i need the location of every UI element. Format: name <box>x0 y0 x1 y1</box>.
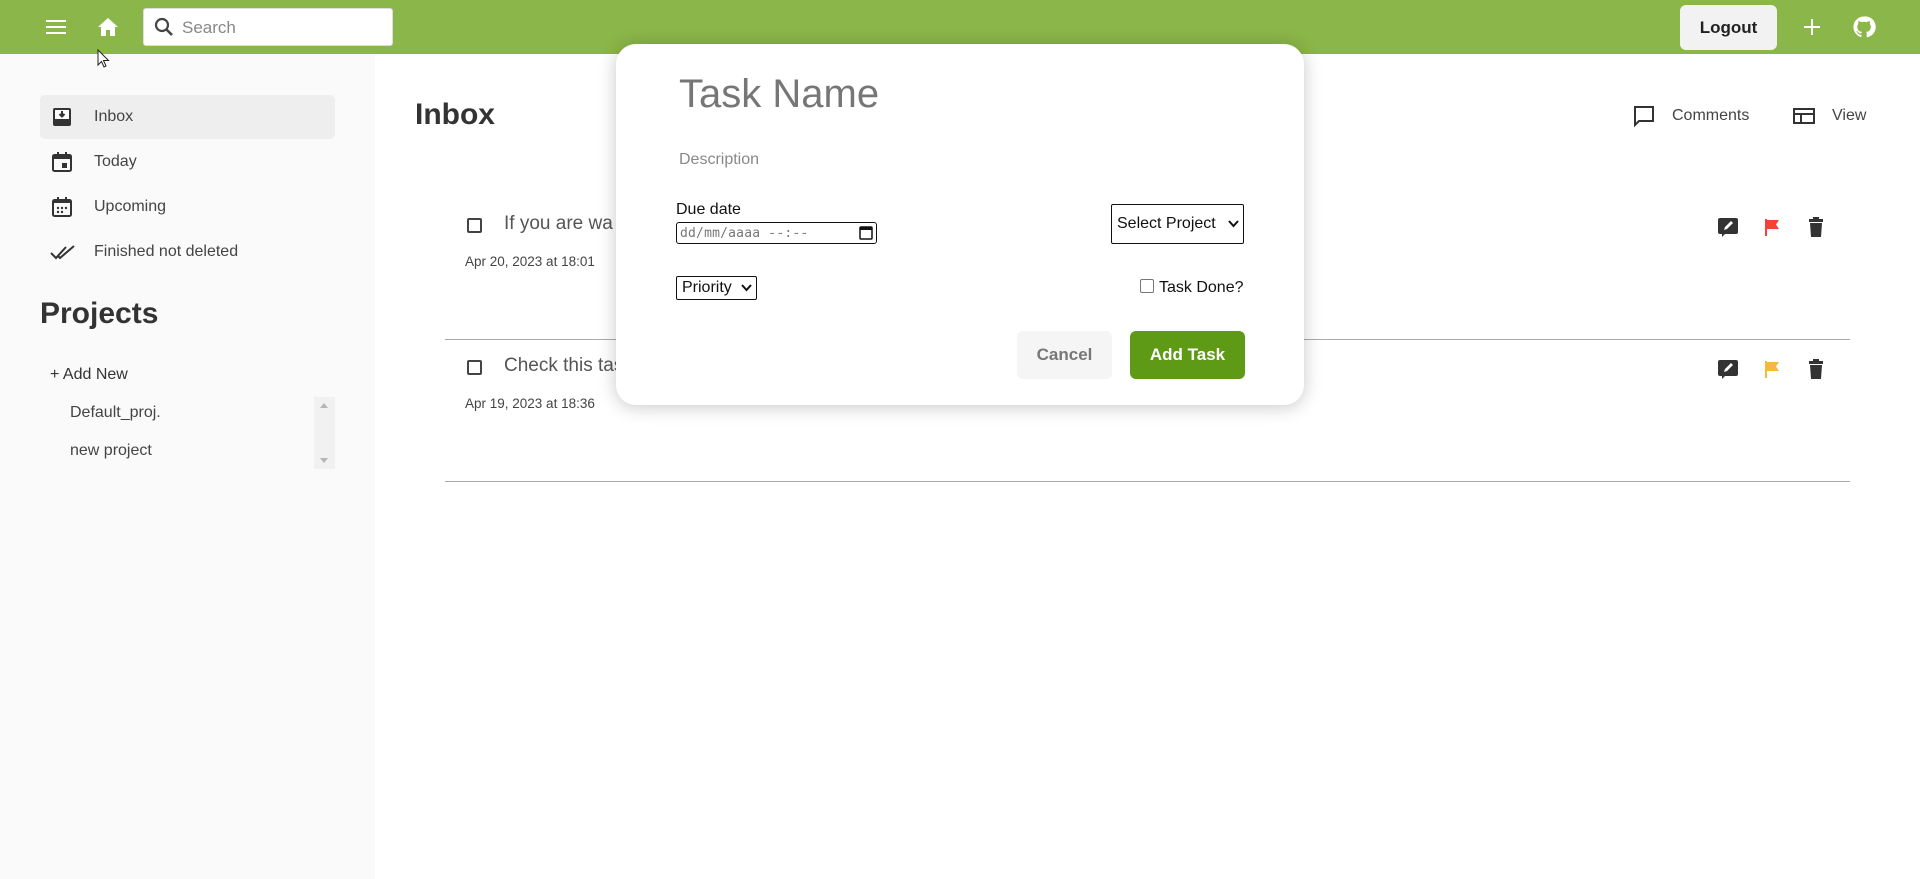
flag-icon[interactable] <box>1759 356 1785 382</box>
task-done-checkbox[interactable] <box>1140 279 1154 293</box>
sidebar-item-upcoming[interactable]: Upcoming <box>40 185 335 229</box>
search-icon <box>154 17 173 36</box>
scroll-down-arrow-icon[interactable] <box>320 458 328 463</box>
calendar-picker-icon[interactable] <box>859 225 873 245</box>
plus-icon[interactable] <box>1798 13 1826 41</box>
calendar-upcoming-icon <box>50 195 74 219</box>
project-list: Default_proj. new project <box>40 397 335 469</box>
sidebar-item-label: Upcoming <box>94 198 167 215</box>
add-project-link[interactable]: + Add New <box>50 366 128 384</box>
task-actions <box>1715 356 1845 382</box>
comments-label: Comments <box>1672 107 1750 124</box>
project-select[interactable]: Select Project <box>1111 204 1244 244</box>
delete-icon[interactable] <box>1803 214 1829 240</box>
project-item-new-project[interactable]: new project <box>70 442 152 460</box>
task-date: Apr 20, 2023 at 18:01 <box>465 254 595 269</box>
add-task-button[interactable]: Add Task <box>1130 331 1245 379</box>
priority-select[interactable]: Priority <box>676 276 757 300</box>
page-title: Inbox <box>415 98 495 131</box>
task-actions <box>1715 214 1845 240</box>
task-name[interactable]: Check this task <box>504 355 633 377</box>
sidebar-item-finished[interactable]: Finished not deleted <box>40 230 335 274</box>
home-icon[interactable] <box>94 13 122 41</box>
flag-icon[interactable] <box>1759 214 1785 240</box>
project-select-value: Select Project <box>1117 215 1216 232</box>
sidebar-item-label: Finished not deleted <box>94 243 239 260</box>
double-check-icon <box>50 240 75 264</box>
inbox-icon <box>50 105 74 129</box>
comments-button[interactable]: Comments <box>1632 104 1749 128</box>
priority-select-value: Priority <box>682 279 732 296</box>
cancel-button[interactable]: Cancel <box>1017 331 1112 379</box>
edit-icon[interactable] <box>1715 214 1741 240</box>
comment-icon <box>1634 106 1654 128</box>
view-label: View <box>1832 107 1867 124</box>
description-input[interactable]: Description <box>679 151 759 169</box>
task-date: Apr 19, 2023 at 18:36 <box>465 396 595 411</box>
task-done-label: Task Done? <box>1159 279 1244 296</box>
calendar-today-icon <box>50 150 74 174</box>
task-name-input[interactable]: Task Name <box>679 72 879 117</box>
due-date-placeholder: dd/mm/aaaa --:-- <box>680 226 809 241</box>
task-name[interactable]: If you are wa <box>504 213 613 235</box>
due-date-input[interactable]: dd/mm/aaaa --:-- <box>676 222 877 244</box>
view-layout-icon <box>1793 108 1815 124</box>
github-icon[interactable] <box>1850 13 1878 41</box>
delete-icon[interactable] <box>1803 356 1829 382</box>
sidebar-item-label: Today <box>94 153 137 170</box>
chevron-down-icon <box>741 284 752 292</box>
due-date-label: Due date <box>676 201 741 218</box>
task-checkbox[interactable] <box>467 218 482 233</box>
sidebar-item-inbox[interactable]: Inbox <box>40 95 335 139</box>
chevron-down-icon <box>1228 220 1239 228</box>
sidebar: Inbox Today Upcoming Finished not delete… <box>0 54 375 879</box>
scroll-up-arrow-icon[interactable] <box>320 403 328 408</box>
menu-icon[interactable] <box>42 13 70 41</box>
add-task-modal: Task Name Description Due date dd/mm/aaa… <box>616 44 1304 405</box>
search-box[interactable] <box>143 8 393 46</box>
project-item-default[interactable]: Default_proj. <box>70 404 161 422</box>
edit-icon[interactable] <box>1715 356 1741 382</box>
projects-heading: Projects <box>40 297 159 330</box>
logout-button[interactable]: Logout <box>1680 5 1777 50</box>
mouse-cursor-icon <box>97 48 111 74</box>
sidebar-item-today[interactable]: Today <box>40 140 335 184</box>
search-input[interactable] <box>182 17 382 39</box>
sidebar-item-label: Inbox <box>94 108 134 125</box>
view-button[interactable]: View <box>1792 104 1866 128</box>
project-list-scrollbar[interactable] <box>314 397 335 469</box>
task-checkbox[interactable] <box>467 360 482 375</box>
